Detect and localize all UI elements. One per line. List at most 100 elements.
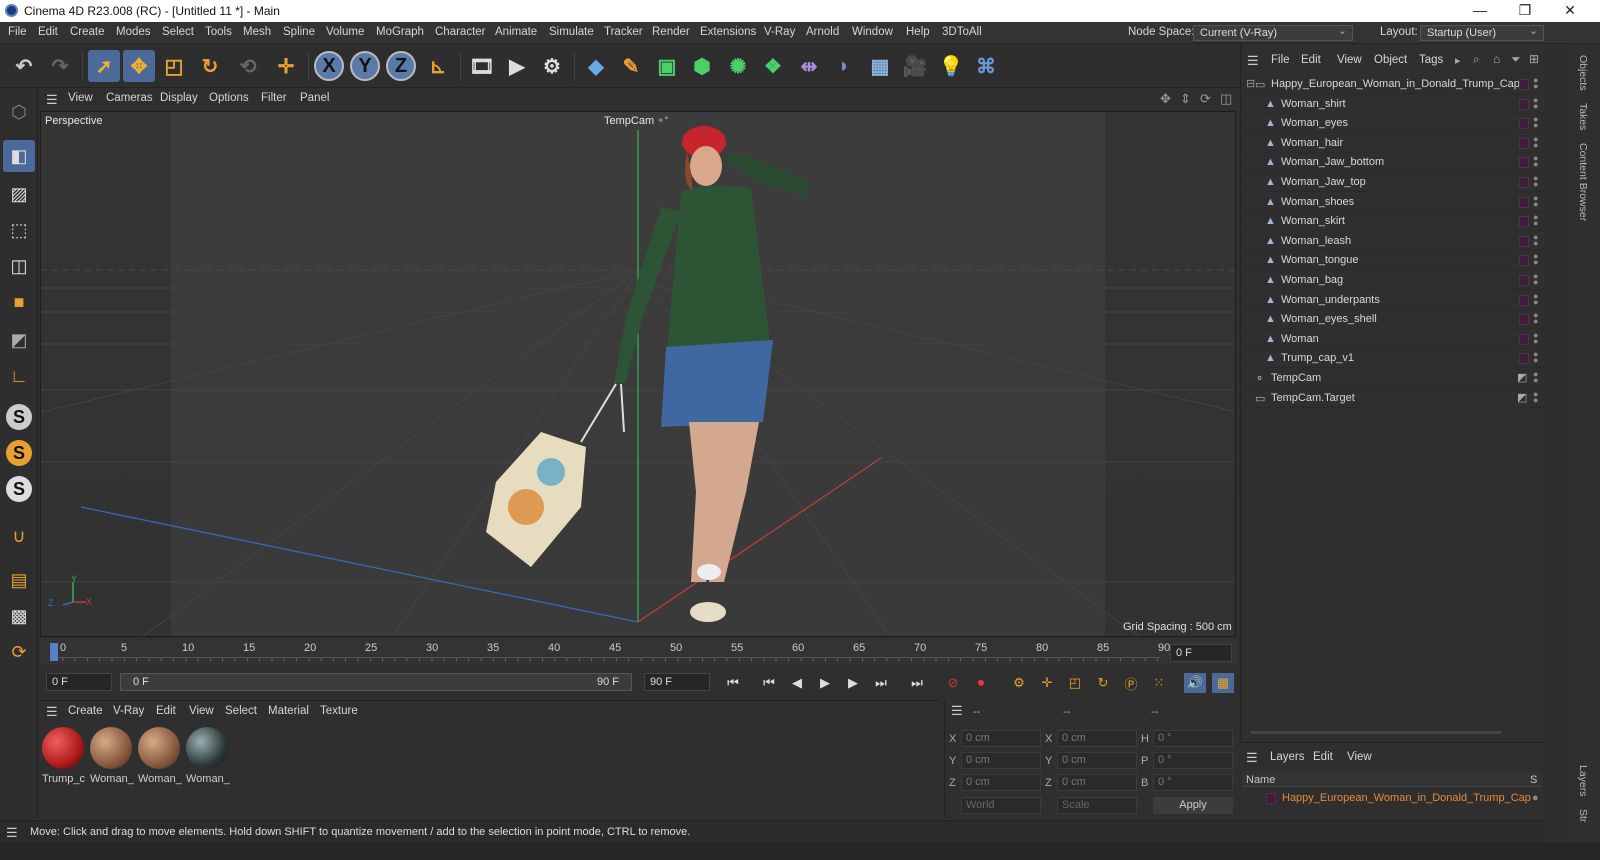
rotate-tool-icon[interactable]: ↻ bbox=[194, 50, 226, 82]
viewport-menu-display[interactable]: Display bbox=[160, 92, 198, 104]
object-row[interactable]: ⚬ TempCam ◩ ● ● bbox=[1241, 369, 1546, 388]
menu-render[interactable]: Render bbox=[652, 26, 690, 38]
menu-help[interactable]: Help bbox=[906, 26, 930, 38]
visibility-dots[interactable]: ● ● bbox=[1533, 115, 1538, 130]
tag-icon[interactable]: ◩ bbox=[1517, 391, 1527, 404]
position-y-field[interactable]: 0 cm bbox=[961, 752, 1041, 769]
panel-scrollbar[interactable] bbox=[1545, 45, 1567, 840]
position-key-icon[interactable]: ✛ bbox=[1036, 673, 1058, 693]
z-axis-lock-button[interactable]: Z bbox=[386, 51, 416, 81]
rotate-view-icon[interactable]: ⟳ bbox=[1200, 91, 1211, 107]
perspective-viewport[interactable]: Perspective TempCam ⚬° Grid Spacing : 50… bbox=[40, 111, 1236, 637]
menu-spline[interactable]: Spline bbox=[283, 26, 315, 38]
autokey-icon[interactable]: ⏺ bbox=[970, 673, 992, 693]
edge-mode-icon[interactable]: ◫ bbox=[3, 250, 35, 282]
python-icon[interactable]: ⌘ bbox=[970, 50, 1002, 82]
select-arrow-icon[interactable]: ➚ bbox=[88, 50, 120, 82]
layer-swatch[interactable] bbox=[1519, 196, 1529, 208]
object-row[interactable]: ▭ Happy_European_Woman_in_Donald_Trump_Ca… bbox=[1241, 75, 1546, 94]
objects-hamburger-icon[interactable]: ☰ bbox=[1247, 53, 1259, 69]
layers-menu-layers[interactable]: Layers bbox=[1270, 751, 1305, 763]
scale-key-icon[interactable]: ◰ bbox=[1064, 673, 1086, 693]
uv-mode-icon[interactable]: ◩ bbox=[3, 324, 35, 356]
object-row[interactable]: ▲ Woman ● ● bbox=[1241, 330, 1546, 349]
size-z-field[interactable]: 0 cm bbox=[1057, 774, 1137, 791]
field-icon[interactable]: ◗ bbox=[828, 50, 860, 82]
menu-3dtoall[interactable]: 3DToAll bbox=[942, 26, 982, 38]
material-swatch[interactable] bbox=[138, 727, 180, 769]
position-x-field[interactable]: 0 cm bbox=[961, 730, 1041, 747]
layer-swatch[interactable] bbox=[1519, 79, 1529, 90]
position-z-field[interactable]: 0 cm bbox=[961, 774, 1041, 791]
visibility-dots[interactable]: ● ● bbox=[1533, 76, 1538, 91]
menu-animate[interactable]: Animate bbox=[495, 26, 537, 38]
extrude-icon[interactable]: ⬢ bbox=[686, 50, 718, 82]
light-icon[interactable]: 💡 bbox=[935, 50, 967, 82]
parameter-key-icon[interactable]: Ⓟ bbox=[1120, 673, 1142, 693]
timeline-ruler[interactable]: 0 5 10 15 20 25 30 35 40 45 50 55 60 65 70 75 80 85 90 0 F bbox=[40, 639, 1238, 665]
obj-menu-file[interactable]: File bbox=[1271, 54, 1290, 66]
end-frame-field[interactable]: 90 F bbox=[644, 673, 710, 691]
obj-menu-tags[interactable]: Tags bbox=[1419, 54, 1443, 66]
layer-color-swatch[interactable] bbox=[1266, 793, 1276, 804]
visibility-dots[interactable]: ● ● bbox=[1533, 95, 1538, 110]
visibility-dots[interactable]: ● ● bbox=[1533, 389, 1538, 404]
pan-view-icon[interactable]: ✥ bbox=[1160, 91, 1171, 107]
mograph-cloner-icon[interactable]: ✺ bbox=[722, 50, 754, 82]
render-view-icon[interactable]: 🎞 bbox=[466, 50, 498, 82]
object-row[interactable]: ▲ Woman_hair ● ● bbox=[1241, 134, 1546, 153]
model-mode-icon[interactable]: ◧ bbox=[3, 140, 35, 172]
layer-swatch[interactable] bbox=[1519, 353, 1529, 365]
play-icon[interactable]: ▶ bbox=[814, 673, 836, 693]
material-swatch[interactable] bbox=[90, 727, 132, 769]
menu-file[interactable]: File bbox=[8, 26, 27, 38]
visibility-dots[interactable]: ● ● bbox=[1533, 134, 1538, 149]
viewport-menu-cameras[interactable]: Cameras bbox=[106, 92, 153, 104]
redo-icon[interactable]: ↷ bbox=[44, 50, 76, 82]
coordinate-system-icon[interactable]: ⊾ bbox=[422, 50, 454, 82]
layers-menu-edit[interactable]: Edit bbox=[1313, 751, 1333, 763]
layer-swatch[interactable] bbox=[1519, 294, 1529, 306]
object-row[interactable]: ▲ Woman_bag ● ● bbox=[1241, 271, 1546, 290]
visibility-dots[interactable]: ● ● bbox=[1533, 154, 1538, 169]
menu-tools[interactable]: Tools bbox=[205, 26, 232, 38]
object-row[interactable]: ▲ Woman_eyes ● ● bbox=[1241, 114, 1546, 134]
menu-create[interactable]: Create bbox=[70, 26, 105, 38]
menu-select[interactable]: Select bbox=[162, 26, 194, 38]
dolly-view-icon[interactable]: ⇕ bbox=[1180, 91, 1191, 107]
obj-menu-object[interactable]: Object bbox=[1374, 54, 1407, 66]
menu-vray[interactable]: V-Ray bbox=[764, 26, 795, 38]
tab-layers[interactable]: Layers bbox=[1577, 765, 1589, 797]
timeline-icon[interactable]: ▦ bbox=[1212, 673, 1234, 693]
y-axis-lock-button[interactable]: Y bbox=[350, 51, 380, 81]
object-row[interactable]: ▲ Woman_tongue ● ● bbox=[1241, 251, 1546, 271]
point-mode-icon[interactable]: ⬚ bbox=[3, 214, 35, 246]
render-picture-viewer-icon[interactable]: ▶ bbox=[501, 50, 533, 82]
size-y-field[interactable]: 0 cm bbox=[1057, 752, 1137, 769]
pen-spline-icon[interactable]: ✎ bbox=[615, 50, 647, 82]
go-to-start-icon[interactable]: ⏮ bbox=[722, 673, 744, 693]
menu-volume[interactable]: Volume bbox=[326, 26, 364, 38]
start-frame-field[interactable]: 0 F bbox=[46, 673, 112, 691]
object-row[interactable]: ▲ Woman_underpants ● ● bbox=[1241, 291, 1546, 310]
layer-swatch[interactable] bbox=[1519, 235, 1529, 247]
minimize-button[interactable]: — bbox=[1460, 2, 1500, 18]
make-editable-icon[interactable]: ⬡ bbox=[3, 96, 35, 128]
layer-solo-toggle[interactable]: ● bbox=[1532, 792, 1539, 804]
layout-select[interactable]: Startup (User) bbox=[1420, 24, 1544, 41]
tab-takes[interactable]: Takes bbox=[1577, 103, 1589, 130]
current-frame-field[interactable]: 0 F bbox=[1170, 644, 1232, 662]
coordinate-space-select[interactable]: World bbox=[961, 797, 1041, 814]
sound-icon[interactable]: 🔊 bbox=[1184, 673, 1206, 693]
object-row[interactable]: ▲ Woman_Jaw_top ● ● bbox=[1241, 173, 1546, 192]
mat-menu-edit[interactable]: Edit bbox=[156, 705, 176, 717]
tab-structure[interactable]: Str bbox=[1577, 809, 1589, 822]
layer-swatch[interactable] bbox=[1519, 177, 1529, 188]
layer-swatch[interactable] bbox=[1519, 333, 1529, 345]
record-active-icon[interactable]: ⊘ bbox=[942, 673, 964, 693]
bend-deformer-icon[interactable]: ⇹ bbox=[793, 50, 825, 82]
visibility-dots[interactable]: ● ● bbox=[1533, 193, 1538, 208]
recent-tool-icon[interactable]: ⟲ bbox=[232, 50, 264, 82]
visibility-dots[interactable]: ● ● bbox=[1533, 370, 1538, 385]
material-swatch[interactable] bbox=[42, 727, 84, 769]
